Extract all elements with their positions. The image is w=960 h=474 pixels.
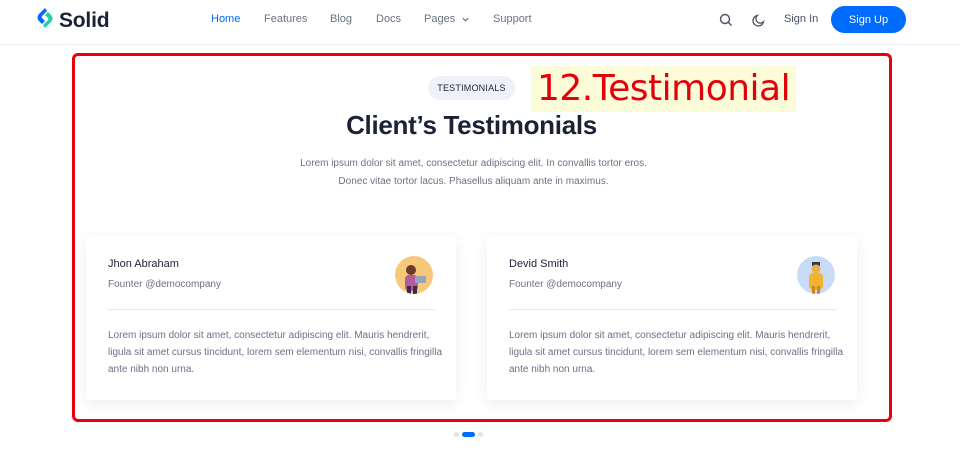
logo[interactable]: Solid [36, 7, 110, 34]
avatar [797, 256, 835, 294]
testimonial-text: Lorem ipsum dolor sit amet, consectetur … [108, 330, 443, 375]
author-role: Founter @democompany [509, 279, 622, 290]
author-name: Jhon Abraham [108, 258, 179, 270]
brand-name: Solid [59, 8, 110, 32]
author-name: Devid Smith [509, 258, 569, 270]
logo-icon [36, 7, 54, 34]
section-subtitle: Lorem ipsum dolor sit amet, consectetur … [280, 155, 667, 191]
subtitle-line: Lorem ipsum dolor sit amet, consectetur … [300, 158, 647, 169]
signin-link[interactable]: Sign In [784, 13, 818, 25]
carousel-pagination [454, 432, 483, 437]
nav-item-features[interactable]: Features [264, 13, 330, 25]
search-icon[interactable] [718, 12, 734, 28]
signup-button[interactable]: Sign Up [831, 6, 906, 33]
nav-item-home[interactable]: Home [211, 13, 264, 25]
nav-item-pages-label: Pages [424, 13, 456, 25]
nav-item-docs[interactable]: Docs [376, 13, 424, 25]
section-title: Client’s Testimonials [346, 110, 597, 140]
avatar [395, 256, 433, 294]
site-header: Solid Home Features Blog Docs Pages Supp… [0, 0, 960, 45]
moon-icon[interactable] [751, 12, 767, 28]
divider [509, 309, 836, 310]
main-nav: Home Features Blog Docs Pages Support [211, 13, 532, 25]
divider [108, 309, 435, 310]
chevron-down-icon [462, 17, 469, 22]
carousel-dot[interactable] [478, 432, 483, 437]
carousel-dot-active[interactable] [462, 432, 475, 437]
section-tag: TESTIMONIALS [428, 76, 515, 100]
nav-item-pages[interactable]: Pages [424, 13, 493, 25]
testimonial-card: Devid Smith Founter @democompany Lorem i… [487, 236, 857, 400]
nav-item-blog[interactable]: Blog [330, 13, 376, 25]
testimonial-text: Lorem ipsum dolor sit amet, consectetur … [509, 330, 844, 375]
subtitle-line: Donec vitae tortor lacus. Phasellus aliq… [338, 176, 609, 187]
author-role: Founter @democompany [108, 279, 221, 290]
testimonial-card: Jhon Abraham Founter @democompany Lorem … [86, 236, 456, 400]
nav-item-support[interactable]: Support [493, 13, 532, 25]
annotation-label: 12.Testimonial [531, 66, 797, 112]
carousel-dot[interactable] [454, 432, 459, 437]
